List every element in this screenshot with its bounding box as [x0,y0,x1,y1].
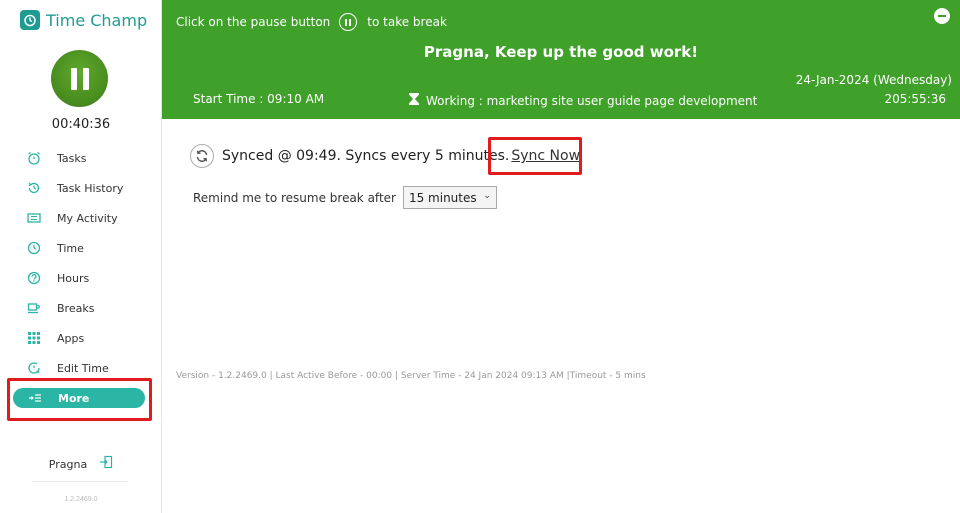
edit-time-icon [26,360,42,376]
stopwatch-icon [20,10,40,30]
greeting: Pragna, Keep up the good work! [423,43,699,61]
hint-text-after: to take break [367,15,447,29]
remind-label: Remind me to resume break after [193,190,396,205]
hourglass-icon [408,92,420,109]
sidebar-item-label: Time [57,241,84,255]
remind-duration-select[interactable]: 15 minutes ⌄ [402,186,497,209]
minimize-button[interactable] [934,8,950,24]
pause-mini-icon [339,13,358,31]
divider [32,481,128,482]
highlight-box-sync-now [488,137,582,175]
sidebar: Time Champ 00:40:36 Tasks Task History M… [0,0,162,513]
grid-icon [26,330,42,346]
alarm-clock-icon [26,150,42,166]
working-task-text: Working : marketing site user guide page… [426,93,758,108]
sidebar-item-time[interactable]: Time [0,233,162,263]
sync-icon[interactable] [190,144,214,168]
sidebar-item-label: Hours [57,271,90,285]
pause-icon-bar [82,67,89,90]
sidebar-version: 1.2.2469.0 [64,496,98,503]
minus-icon [938,15,946,17]
remind-duration-value: 15 minutes [408,190,477,205]
sidebar-item-label: Edit Time [57,361,109,375]
total-hours: 205:55:36 [884,92,946,106]
sidebar-item-label: Breaks [57,301,95,315]
remind-row: Remind me to resume break after 15 minut… [193,186,497,209]
sidebar-item-apps[interactable]: Apps [0,323,162,353]
sidebar-item-tasks[interactable]: Tasks [0,143,162,173]
sidebar-item-my-activity[interactable]: My Activity [0,203,162,233]
app-window: Time Champ 00:40:36 Tasks Task History M… [0,0,960,513]
sidebar-nav: Tasks Task History My Activity Time Hour… [0,143,162,408]
current-date: 24-Jan-2024 (Wednesday) [795,73,952,87]
coffee-icon [26,300,42,316]
sidebar-item-label: My Activity [57,211,118,225]
pause-button[interactable] [51,50,108,107]
break-hint: Click on the pause button to take break [176,13,447,31]
user-name: Pragna [48,458,88,471]
clock-icon [26,240,42,256]
sidebar-item-label: Tasks [57,151,87,165]
sidebar-item-label: Apps [57,331,85,345]
highlight-box-more [7,378,152,421]
chevron-down-icon: ⌄ [483,191,491,201]
pause-icon [70,67,77,90]
app-logo: Time Champ [20,10,147,30]
footer-info: Version - 1.2.2469.0 | Last Active Befor… [176,371,646,381]
question-icon [26,270,42,286]
history-icon [26,180,42,196]
sidebar-item-task-history[interactable]: Task History [0,173,162,203]
hint-text-before: Click on the pause button [176,15,331,29]
sidebar-item-label: Task History [57,181,124,195]
sync-text: Synced @ 09:49. Syncs every 5 minutes. [222,148,510,164]
logout-icon[interactable] [99,455,113,474]
working-task: Working : marketing site user guide page… [408,92,757,109]
activity-icon [26,210,42,226]
start-time: Start Time : 09:10 AM [193,92,325,106]
sidebar-item-hours[interactable]: Hours [0,263,162,293]
session-timer: 00:40:36 [51,117,111,132]
sidebar-item-breaks[interactable]: Breaks [0,293,162,323]
status-header: Click on the pause button to take break … [162,0,960,119]
user-row: Pragna [0,455,162,474]
app-name: Time Champ [46,10,148,30]
